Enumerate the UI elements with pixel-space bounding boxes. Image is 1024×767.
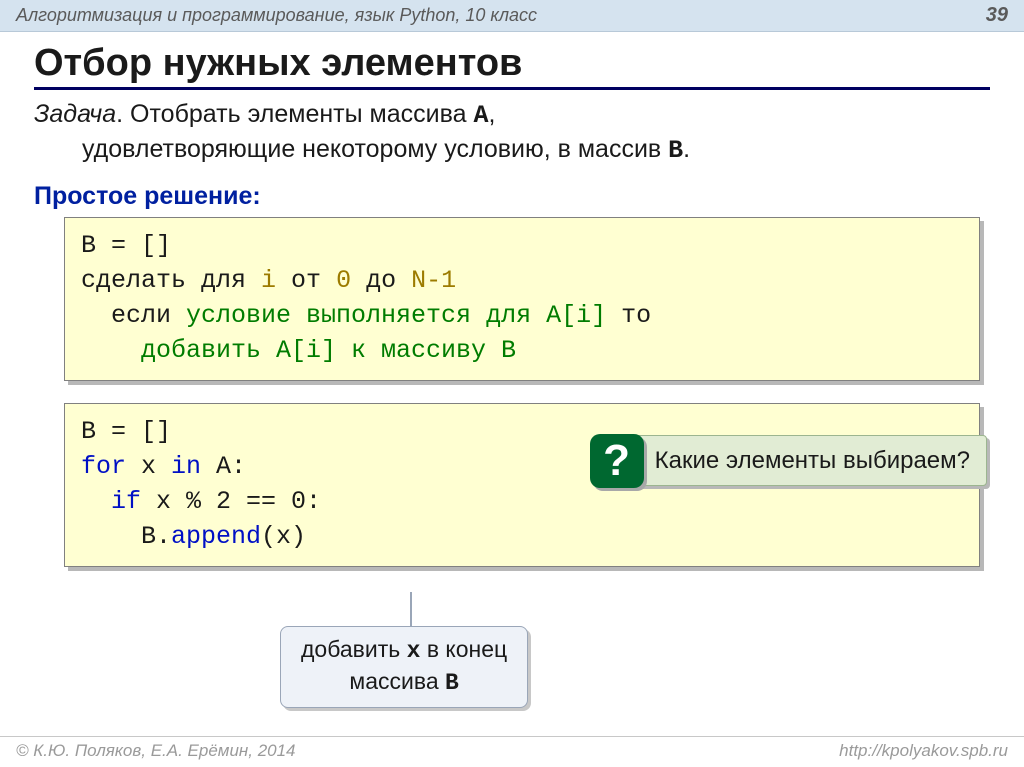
footer-url: http://kpolyakov.spb.ru bbox=[839, 741, 1008, 761]
breadcrumb: Алгоритмизация и программирование, язык … bbox=[16, 5, 537, 26]
annotation-connector bbox=[410, 592, 412, 626]
question-mark-icon: ? bbox=[590, 434, 644, 488]
page-title: Отбор нужных элементов bbox=[34, 42, 990, 85]
code-line: если условие выполняется для A[i] то bbox=[81, 298, 963, 333]
footer-copyright: © К.Ю. Поляков, Е.А. Ерёмин, 2014 bbox=[16, 741, 296, 761]
code-line: if x % 2 == 0: bbox=[81, 484, 963, 519]
pseudocode-box: B = [] сделать для i от 0 до N-1 если ус… bbox=[64, 217, 980, 381]
question-text: Какие элементы выбираем? bbox=[626, 435, 987, 487]
task-label: Задача bbox=[34, 100, 116, 128]
annotation-box: добавить x в конец массива B bbox=[280, 626, 528, 708]
page-number: 39 bbox=[986, 4, 1008, 27]
footer: © К.Ю. Поляков, Е.А. Ерёмин, 2014 http:/… bbox=[0, 736, 1024, 767]
annotation: добавить x в конец массива B bbox=[280, 592, 528, 708]
code-line: B = [] bbox=[81, 228, 963, 263]
code-line: сделать для i от 0 до N-1 bbox=[81, 263, 963, 298]
title-rule bbox=[34, 87, 990, 90]
solution-subhead: Простое решение: bbox=[34, 182, 990, 211]
slide-content: Отбор нужных элементов Задача. Отобрать … bbox=[0, 32, 1024, 567]
python-code-box: B = [] for x in A: if x % 2 == 0: B.appe… bbox=[64, 403, 980, 567]
header-bar: Алгоритмизация и программирование, язык … bbox=[0, 0, 1024, 32]
question-callout: ? Какие элементы выбираем? bbox=[590, 434, 987, 488]
code-line: добавить A[i] к массиву B bbox=[81, 333, 963, 368]
code-line: B.append(x) bbox=[81, 519, 963, 554]
task-statement: Задача. Отобрать элементы массива A, удо… bbox=[34, 98, 990, 168]
